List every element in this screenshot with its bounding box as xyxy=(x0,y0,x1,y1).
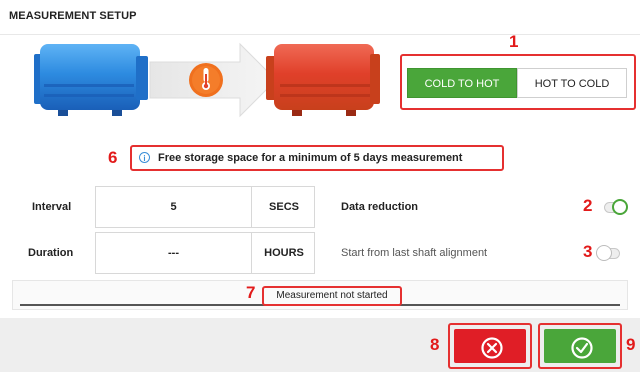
cancel-button[interactable] xyxy=(454,329,526,363)
cold-machine-icon xyxy=(34,44,148,116)
cancel-button-frame xyxy=(448,323,532,369)
confirm-button[interactable] xyxy=(544,329,616,363)
interval-input[interactable]: 5 xyxy=(96,187,251,227)
callout-9: 9 xyxy=(626,335,636,354)
close-circle-icon xyxy=(481,337,503,359)
hot-to-cold-button[interactable]: HOT TO COLD xyxy=(517,68,627,98)
storage-info: i Free storage space for a minimum of 5 … xyxy=(130,145,504,171)
toggle-knob-on xyxy=(612,199,628,215)
duration-unit[interactable]: HOURS xyxy=(251,233,316,273)
callout-8: 8 xyxy=(430,335,440,354)
header-divider xyxy=(0,34,640,35)
cold-to-hot-illustration xyxy=(34,42,380,118)
hot-machine-icon xyxy=(266,44,380,116)
toggle-knob-off xyxy=(596,245,612,261)
callout-2: 2 xyxy=(583,196,593,215)
callout-6: 6 xyxy=(108,148,118,167)
start-from-last-label: Start from last shaft alignment xyxy=(341,247,488,259)
status-text: Measurement not started xyxy=(262,286,402,306)
info-icon: i xyxy=(139,152,150,163)
storage-info-text: Free storage space for a minimum of 5 da… xyxy=(158,152,463,164)
cold-to-hot-button[interactable]: COLD TO HOT xyxy=(407,68,517,98)
data-reduction-label: Data reduction xyxy=(341,201,419,213)
page-title: MEASUREMENT SETUP xyxy=(9,10,137,22)
mode-toggle: COLD TO HOT HOT TO COLD xyxy=(400,54,636,110)
callout-7: 7 xyxy=(246,283,256,302)
thermometer-icon xyxy=(189,63,223,97)
callout-1: 1 xyxy=(509,32,519,51)
interval-label: Interval xyxy=(32,201,72,213)
duration-label: Duration xyxy=(28,247,74,259)
callout-3: 3 xyxy=(583,242,593,261)
confirm-button-frame xyxy=(538,323,622,369)
check-circle-icon xyxy=(571,337,593,359)
start-from-last-toggle[interactable] xyxy=(596,245,620,261)
interval-unit[interactable]: SECS xyxy=(251,187,316,227)
duration-field: --- HOURS xyxy=(95,232,315,274)
data-reduction-toggle[interactable] xyxy=(604,199,628,215)
interval-field: 5 SECS xyxy=(95,186,315,228)
duration-input[interactable]: --- xyxy=(96,233,251,273)
